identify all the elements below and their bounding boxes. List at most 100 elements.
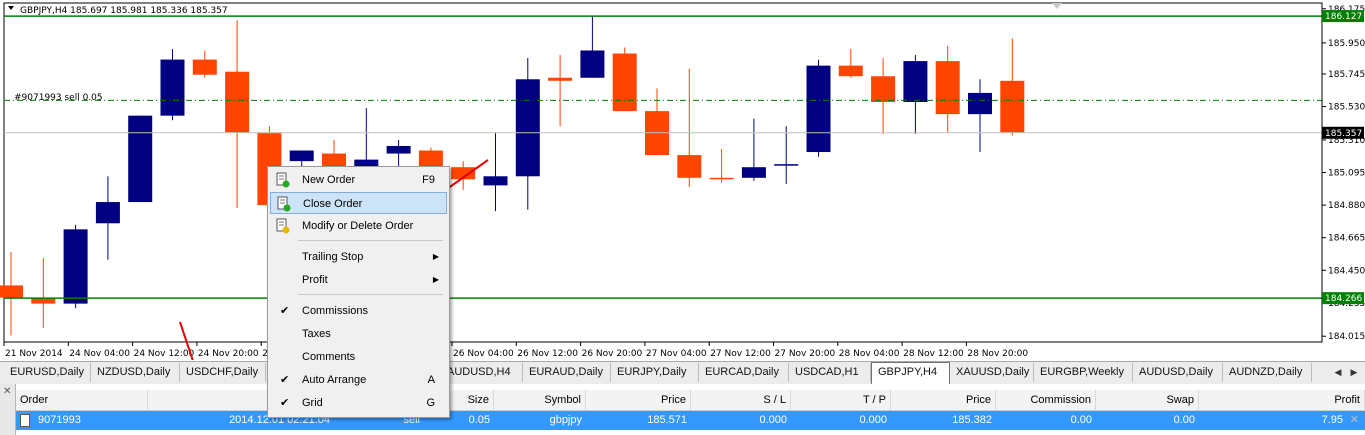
candle-body xyxy=(741,167,766,178)
tab-chart[interactable]: USDCHF,Daily xyxy=(180,363,266,382)
menu-item-profit[interactable]: Profit ▶ xyxy=(270,269,447,291)
candle-body xyxy=(774,164,799,166)
candle-body xyxy=(0,285,23,298)
close-order-icon[interactable]: ✕ xyxy=(1350,411,1359,430)
order-line-label: #9071993 sell 0.05 xyxy=(14,93,103,103)
tab-chart[interactable]: EURJPY,Daily xyxy=(611,363,699,382)
context-menu: New Order F9 Close Order Modify or Delete O… xyxy=(267,166,450,418)
candle-body xyxy=(225,71,250,133)
menu-item-close-order[interactable]: Close Order xyxy=(270,192,447,214)
terminal-orders-panel: ✕ OrderTimeTypeSizeSymbolPriceS / LT / P… xyxy=(0,384,1365,435)
menu-item-label: Taxes xyxy=(302,328,331,340)
tab-chart[interactable]: NZDUSD,Daily xyxy=(91,363,180,382)
table-cell: 0.00 xyxy=(1173,414,1195,426)
menu-item-label: Profit xyxy=(302,274,328,286)
price-tick-label: 184.450 xyxy=(1328,266,1365,276)
table-cell: 185.571 xyxy=(647,414,687,426)
column-header[interactable]: Price xyxy=(891,390,996,410)
menu-item-label: Close Order xyxy=(303,198,363,210)
time-tick-label: 24 Nov 04:00 xyxy=(69,349,130,359)
tab-chart[interactable]: EURGBP,Weekly xyxy=(1034,363,1133,382)
menu-item-comments[interactable]: Comments xyxy=(270,346,447,368)
new-order-icon xyxy=(276,172,290,188)
chart-tab-bar: EURUSD,DailyNZDUSD,DailyUSDCHF,DailyGBPU… xyxy=(0,361,1365,385)
tab-chart[interactable]: AUDUSD,H4 xyxy=(441,363,523,382)
menu-item-trailing-stop[interactable]: Trailing Stop ▶ xyxy=(270,246,447,268)
table-cell: gbpjpy xyxy=(549,414,582,426)
level-label-upper: 186.127 xyxy=(1325,12,1362,22)
tab-chart[interactable]: AUDNZD,Daily xyxy=(1223,363,1312,382)
menu-item-auto-arrange[interactable]: ✔ Auto Arrange A xyxy=(270,369,447,391)
menu-item-label: Comments xyxy=(302,351,356,363)
column-header[interactable]: Swap xyxy=(1096,390,1199,410)
tab-chart[interactable]: EURCAD,Daily xyxy=(699,363,789,382)
menu-separator xyxy=(298,240,443,241)
tab-chart[interactable]: XAUUSD,Daily xyxy=(950,363,1034,382)
column-header[interactable]: Profit xyxy=(1199,390,1365,410)
menu-item-shortcut: F9 xyxy=(422,174,435,186)
price-tick-label: 185.745 xyxy=(1328,70,1365,80)
check-icon: ✔ xyxy=(280,397,290,409)
time-tick-label: 27 Nov 20:00 xyxy=(775,349,836,359)
current-price-label: 185.357 xyxy=(1325,129,1362,139)
tab-scroll-right-icon[interactable]: ▶ xyxy=(1347,364,1361,381)
time-tick-label: 27 Nov 12:00 xyxy=(710,349,771,359)
time-tick-label: 28 Nov 20:00 xyxy=(967,349,1028,359)
candle-body xyxy=(871,76,896,103)
candle-body xyxy=(483,176,508,186)
tab-scroll-left-icon[interactable]: ◀ xyxy=(1331,364,1345,381)
close-terminal-icon[interactable]: ✕ xyxy=(3,386,11,397)
candle-body xyxy=(612,53,637,112)
chart-title: GBPJPY,H4 185.697 185.981 185.336 185.35… xyxy=(20,6,228,16)
table-cell: 9071993 xyxy=(38,414,81,426)
menu-item-label: Commissions xyxy=(302,305,369,317)
close-order-icon xyxy=(277,196,291,212)
table-row[interactable]: 9071993 2014.12.01 02:21:04 sell 0.05 gbpjpy… xyxy=(16,411,1365,430)
menu-item-new-order[interactable]: New Order F9 xyxy=(270,169,447,191)
tab-chart[interactable]: GBPJPY,H4 xyxy=(871,362,950,384)
tab-chart[interactable]: USDCAD,H1 xyxy=(789,363,871,382)
column-header[interactable]: Order xyxy=(16,390,148,410)
column-header[interactable]: Price xyxy=(586,390,691,410)
tab-chart[interactable]: EURAUD,Daily xyxy=(523,363,611,382)
column-header[interactable]: S / L xyxy=(691,390,791,410)
column-header[interactable]: T / P xyxy=(791,390,891,410)
candle-body xyxy=(935,61,960,115)
candle-body xyxy=(63,229,88,304)
price-chart[interactable]: 186.175185.950185.745185.530185.310185.0… xyxy=(0,0,1365,360)
candle-body xyxy=(192,59,217,75)
candle-body xyxy=(968,92,992,115)
menu-item-label: New Order xyxy=(302,174,356,186)
table-cell: 0.000 xyxy=(759,414,787,426)
candle-body xyxy=(386,145,411,154)
menu-item-commissions[interactable]: ✔ Commissions xyxy=(270,300,447,322)
menu-item-taxes[interactable]: Taxes xyxy=(270,323,447,345)
menu-item-label: Grid xyxy=(302,397,323,409)
time-tick-label: 26 Nov 04:00 xyxy=(453,349,514,359)
candle-body xyxy=(580,50,605,78)
time-tick-label: 24 Nov 12:00 xyxy=(134,349,195,359)
candle-body xyxy=(806,65,831,153)
time-tick-label: 21 Nov 2014 xyxy=(5,349,63,359)
modify-order-icon xyxy=(276,218,290,234)
price-tick-label: 184.665 xyxy=(1328,234,1365,244)
candle-body xyxy=(677,155,702,178)
menu-separator xyxy=(298,294,443,295)
menu-item-modify-order[interactable]: Modify or Delete Order xyxy=(270,215,447,237)
price-tick-label: 185.095 xyxy=(1328,169,1365,179)
column-header[interactable]: Commission xyxy=(996,390,1096,410)
time-tick-label: 26 Nov 20:00 xyxy=(582,349,643,359)
tab-chart[interactable]: EURUSD,Daily xyxy=(4,363,91,382)
column-header[interactable]: Symbol xyxy=(494,390,586,410)
price-tick-label: 185.950 xyxy=(1328,39,1365,49)
time-tick-label: 28 Nov 12:00 xyxy=(903,349,964,359)
candle-body xyxy=(838,65,863,77)
check-icon: ✔ xyxy=(280,374,290,386)
price-tick-label: 184.015 xyxy=(1328,332,1365,342)
tab-chart[interactable]: AUDUSD,Daily xyxy=(1133,363,1223,382)
table-cell: 0.00 xyxy=(1070,414,1092,426)
orders-header: OrderTimeTypeSizeSymbolPriceS / LT / PPr… xyxy=(16,390,1365,411)
menu-item-grid[interactable]: ✔ Grid G xyxy=(270,392,447,414)
candle-body xyxy=(128,115,153,203)
menu-item-label: Auto Arrange xyxy=(302,374,367,386)
